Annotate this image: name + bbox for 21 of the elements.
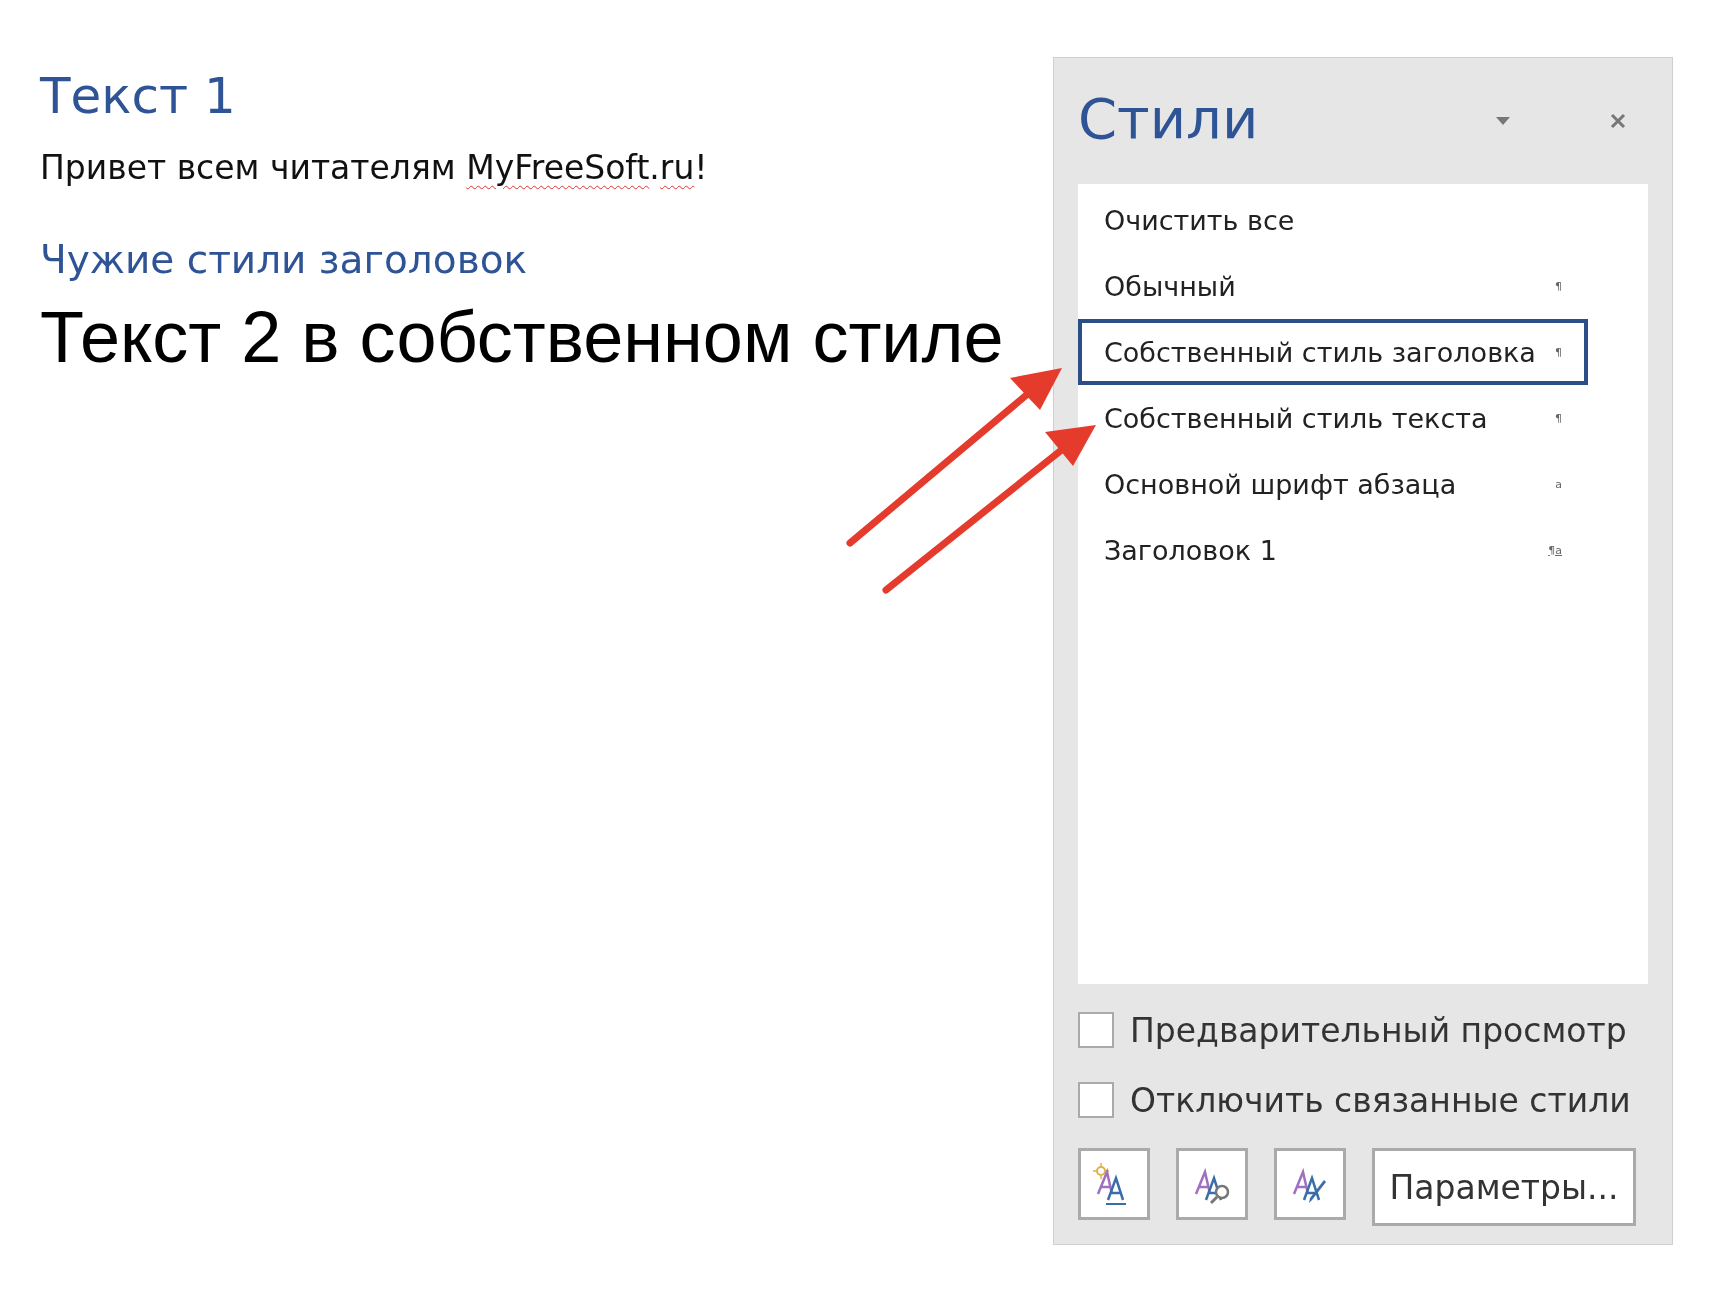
manage-styles-button[interactable] — [1274, 1148, 1346, 1220]
new-style-button[interactable] — [1078, 1148, 1150, 1220]
checkbox[interactable] — [1078, 1082, 1114, 1118]
checkbox-label: Отключить связанные стили — [1130, 1080, 1631, 1120]
style-item[interactable]: Собственный стиль заголовка ¶ — [1078, 319, 1588, 385]
pane-title: Стили — [1078, 85, 1260, 151]
heading-text: Текст 1 — [40, 66, 237, 126]
options-button[interactable]: Параметры... — [1372, 1148, 1636, 1226]
style-inspector-button[interactable] — [1176, 1148, 1248, 1220]
style-item[interactable]: Основной шрифт абзаца a — [1078, 451, 1588, 517]
paragraph-text: Привет всем читателям MyFreeSoft.ru! — [40, 148, 709, 187]
heading-text: Чужие стили заголовок — [40, 237, 529, 282]
close-icon[interactable] — [1610, 113, 1626, 129]
style-item[interactable]: Собственный стиль текста ¶ — [1078, 385, 1588, 451]
style-item[interactable]: Обычный ¶ — [1078, 253, 1588, 319]
dropdown-icon[interactable] — [1496, 117, 1510, 125]
heading-text: Текст 2 в собственном стиле — [40, 296, 1005, 378]
style-item[interactable]: Заголовок 1 ¶a — [1078, 517, 1588, 583]
checkbox-label: Предварительный просмотр — [1130, 1010, 1627, 1050]
style-item[interactable]: Очистить все — [1078, 187, 1588, 253]
checkbox[interactable] — [1078, 1012, 1114, 1048]
